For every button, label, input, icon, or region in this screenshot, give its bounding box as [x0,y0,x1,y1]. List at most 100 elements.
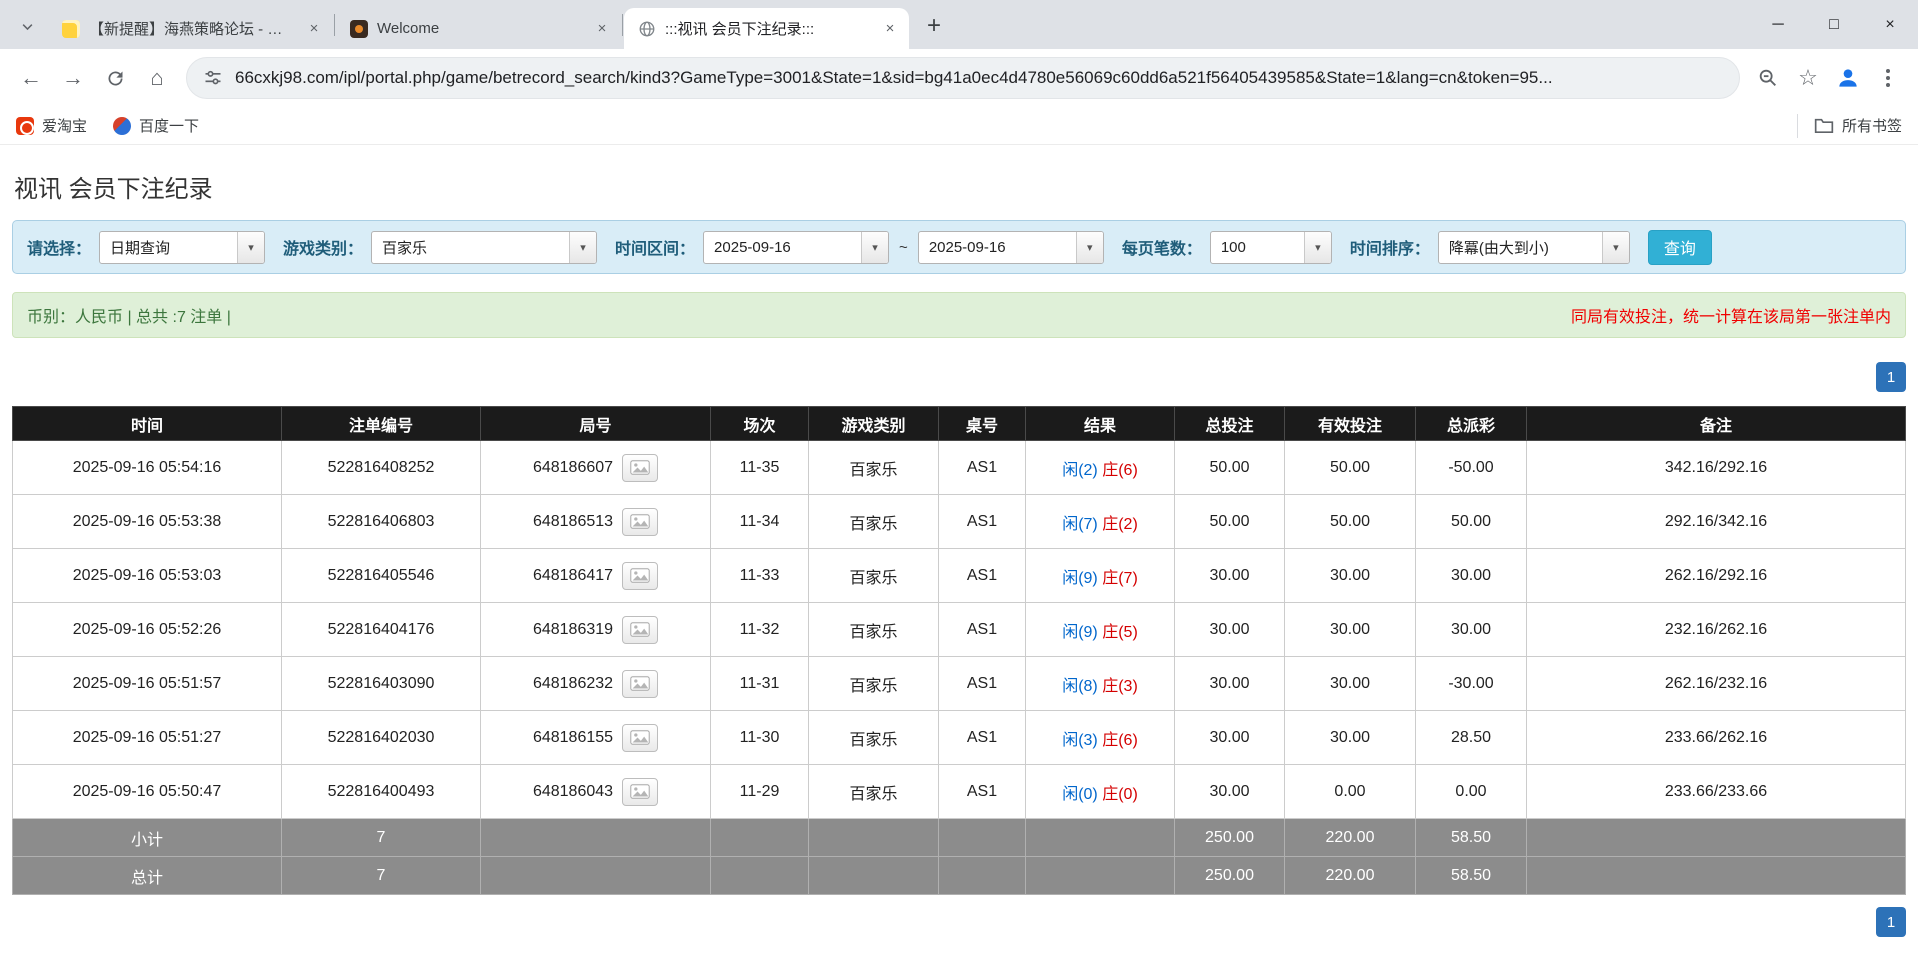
chevron-down-icon[interactable]: ▾ [1076,232,1103,263]
chevron-down-icon[interactable]: ▾ [1602,232,1629,263]
reload-button[interactable] [94,57,136,99]
bookmark-star-button[interactable]: ☆ [1788,58,1828,98]
table-row: 2025-09-16 05:51:27522816402030648186155… [13,711,1906,765]
round-image-button[interactable] [622,724,658,752]
summary-cell [1026,819,1175,857]
chevron-down-icon[interactable]: ▾ [861,232,888,263]
column-header: 有效投注 [1285,407,1416,441]
bookmark-baidu[interactable]: 百度一下 [113,115,199,136]
minimize-button[interactable]: ─ [1750,0,1806,49]
summary-cell: 220.00 [1285,819,1416,857]
tab-divider [334,14,335,36]
maximize-button[interactable]: □ [1806,0,1862,49]
folder-icon [1814,117,1834,134]
cell-payout: -50.00 [1416,441,1527,495]
cell-total-bet[interactable]: 50.00 [1175,441,1285,495]
new-tab-button[interactable]: + [917,9,951,43]
cell-round: 648186607 [481,441,711,495]
game-type-select[interactable]: 百家乐 ▾ [371,231,597,264]
game-type-value: 百家乐 [372,232,569,263]
all-bookmarks-button[interactable]: 所有书签 [1797,114,1902,138]
tab-title: 【新提醒】海燕策略论坛 - 综合… [89,18,294,39]
forward-button[interactable]: → [52,57,94,99]
address-bar[interactable]: 66cxkj98.com/ipl/portal.php/game/betreco… [186,57,1740,99]
close-icon[interactable]: × [879,18,901,40]
sort-order-select[interactable]: 降冪(由大到小) ▾ [1438,231,1630,264]
tab-title: :::视讯 会员下注纪录::: [665,18,870,39]
cell-time: 2025-09-16 05:51:57 [13,657,282,711]
zoom-button[interactable] [1748,58,1788,98]
chevron-down-icon[interactable]: ▾ [569,232,596,263]
cell-total-bet[interactable]: 30.00 [1175,549,1285,603]
round-image-button[interactable] [622,508,658,536]
summary-cell [939,857,1026,895]
profile-button[interactable] [1828,58,1868,98]
tab-title: Welcome [377,20,582,37]
table-header-row: 时间注单编号局号场次游戏类别桌号结果总投注有效投注总派彩备注 [13,407,1906,441]
cell-total-bet[interactable]: 30.00 [1175,657,1285,711]
summary-cell [711,819,809,857]
tab-search-button[interactable] [10,9,44,43]
cell-game-type: 百家乐 [809,603,939,657]
page-number-button[interactable]: 1 [1876,362,1906,392]
bookmark-label: 百度一下 [139,115,199,136]
cell-total-bet[interactable]: 30.00 [1175,711,1285,765]
cell-result: 闲(9) 庄(7) [1026,549,1175,603]
result-banker: 庄(2) [1102,516,1138,533]
site-info-icon[interactable] [203,68,223,88]
table-row: 2025-09-16 05:54:16522816408252648186607… [13,441,1906,495]
home-button[interactable]: ⌂ [136,57,178,99]
browser-menu-button[interactable] [1868,58,1908,98]
date-from-select[interactable]: 2025-09-16 ▾ [703,231,889,264]
page-number-button[interactable]: 1 [1876,907,1906,937]
welcome-favicon-icon [350,20,368,38]
query-type-select[interactable]: 日期查询 ▾ [99,231,265,264]
chevron-down-icon[interactable]: ▾ [1304,232,1331,263]
cell-valid-bet: 30.00 [1285,657,1416,711]
page-title: 视讯 会员下注纪录 [14,169,1906,204]
url-text[interactable]: 66cxkj98.com/ipl/portal.php/game/betreco… [235,68,1723,88]
cell-time: 2025-09-16 05:52:26 [13,603,282,657]
cell-total-bet[interactable]: 30.00 [1175,603,1285,657]
round-image-button[interactable] [622,562,658,590]
bet-table-head: 时间注单编号局号场次游戏类别桌号结果总投注有效投注总派彩备注 [13,407,1906,441]
date-to-select[interactable]: 2025-09-16 ▾ [918,231,1104,264]
result-player: 闲(9) [1062,624,1098,641]
summary-cell: 220.00 [1285,857,1416,895]
table-row: 2025-09-16 05:53:03522816405546648186417… [13,549,1906,603]
back-button[interactable]: ← [10,57,52,99]
round-image-button[interactable] [622,454,658,482]
search-button[interactable]: 查询 [1648,230,1712,265]
cell-note: 233.66/262.16 [1527,711,1906,765]
cell-note: 342.16/292.16 [1527,441,1906,495]
round-image-button[interactable] [622,670,658,698]
cell-time: 2025-09-16 05:54:16 [13,441,282,495]
window-close-button[interactable]: × [1862,0,1918,49]
column-header: 桌号 [939,407,1026,441]
round-image-button[interactable] [622,616,658,644]
round-number: 648186043 [533,783,613,800]
globe-favicon-icon [638,20,656,38]
close-icon[interactable]: × [591,18,613,40]
cell-valid-bet: 30.00 [1285,549,1416,603]
tab-welcome[interactable]: Welcome × [336,8,621,49]
cell-total-bet[interactable]: 30.00 [1175,765,1285,819]
summary-cell [1527,857,1906,895]
cell-session: 11-34 [711,495,809,549]
tab-bet-record[interactable]: :::视讯 会员下注纪录::: × [624,8,909,49]
tab-forum[interactable]: 【新提醒】海燕策略论坛 - 综合… × [48,8,333,49]
chevron-down-icon[interactable]: ▾ [237,232,264,263]
sort-order-value: 降冪(由大到小) [1439,232,1602,263]
per-page-select[interactable]: 100 ▾ [1210,231,1332,264]
close-icon[interactable]: × [303,18,325,40]
round-number: 648186232 [533,675,613,692]
cell-time: 2025-09-16 05:50:47 [13,765,282,819]
picture-icon [630,460,650,475]
bookmark-taobao[interactable]: 爱淘宝 [16,115,87,136]
browser-window: 【新提醒】海燕策略论坛 - 综合… × Welcome × :::视讯 会员下注… [0,0,1918,965]
cell-total-bet[interactable]: 50.00 [1175,495,1285,549]
round-image-button[interactable] [622,778,658,806]
tab-divider [622,14,623,36]
cell-table-id: AS1 [939,603,1026,657]
cell-table-id: AS1 [939,549,1026,603]
